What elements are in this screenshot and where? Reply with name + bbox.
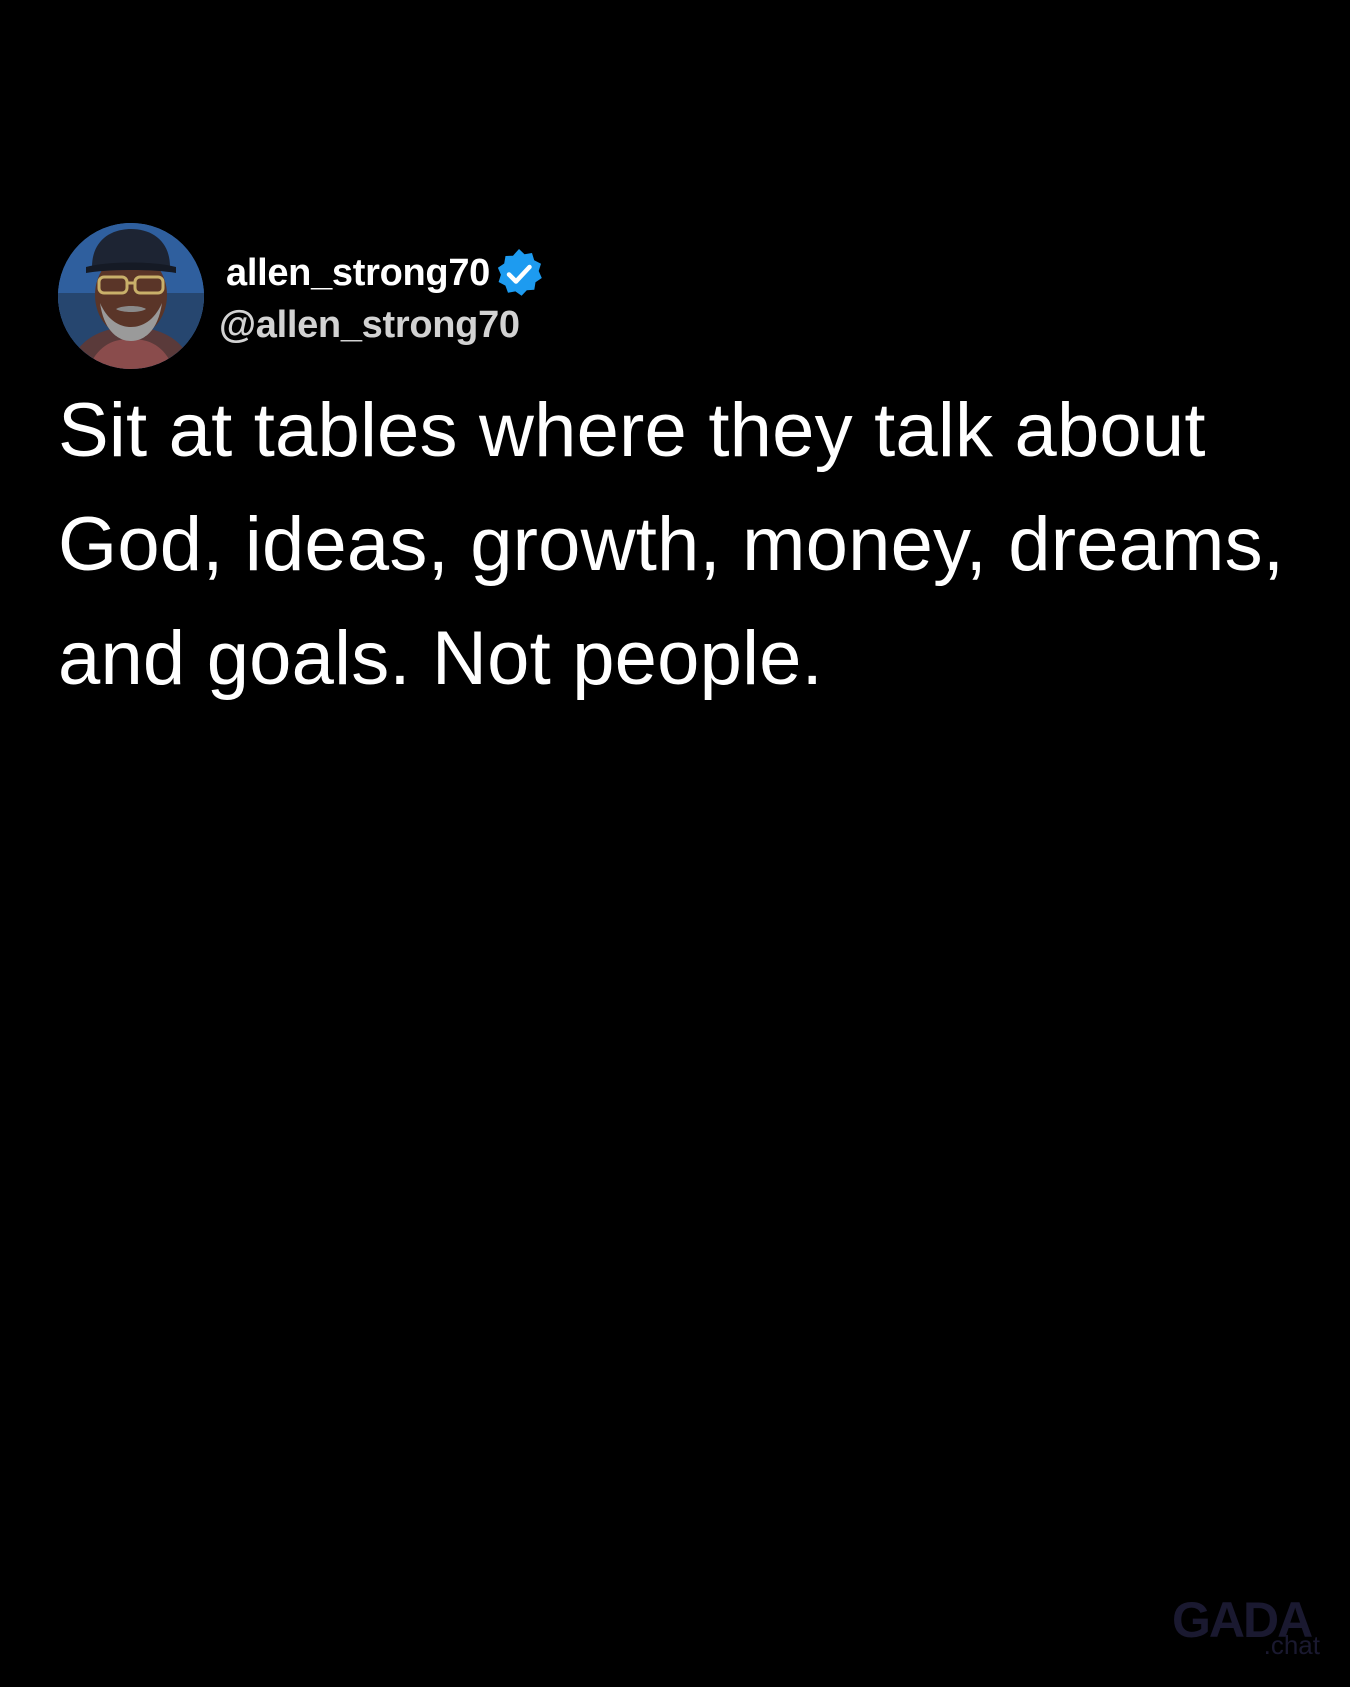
avatar-image [58,223,204,369]
post-text: Sit at tables where they talk about God,… [58,388,1285,701]
post: allen_strong70 @allen_strong70 Sit at ta… [58,223,1308,716]
user-handle[interactable]: @allen_strong70 [219,304,547,347]
display-name[interactable]: allen_strong70 [226,252,490,295]
avatar[interactable] [58,223,204,369]
verified-check-icon [497,248,542,296]
user-identity: allen_strong70 @allen_strong70 [219,246,547,347]
display-name-row: allen_strong70 [219,246,547,302]
post-header: allen_strong70 @allen_strong70 [58,223,1308,369]
watermark-sub: .chat [1263,1630,1320,1660]
